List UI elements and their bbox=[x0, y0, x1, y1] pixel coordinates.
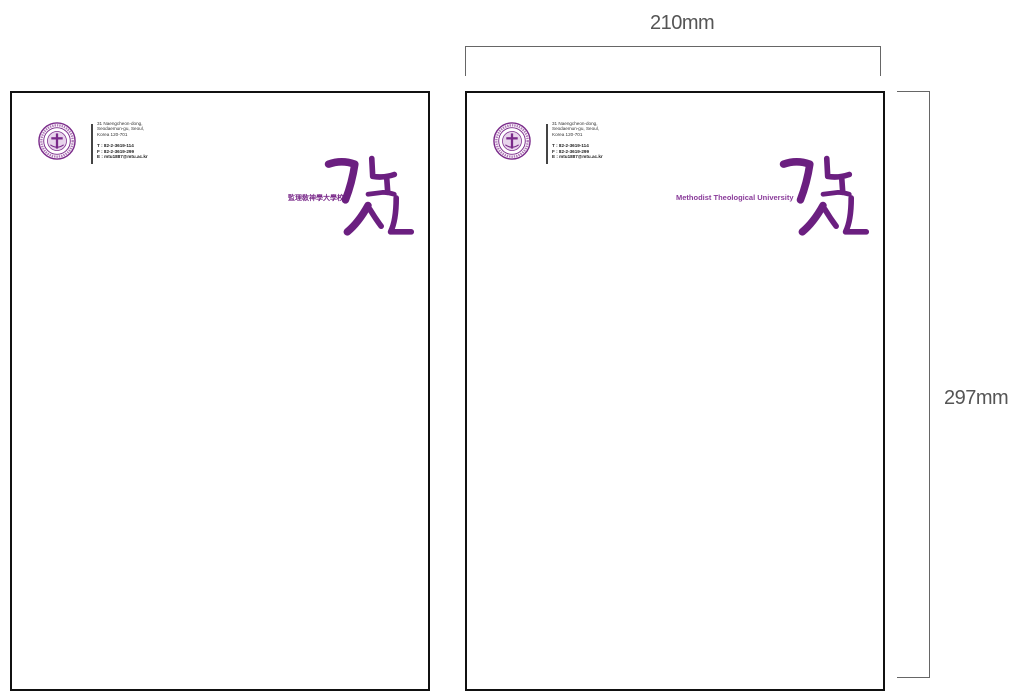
calligraphy-logo bbox=[779, 155, 870, 236]
width-dimension-bracket bbox=[465, 46, 881, 76]
height-dimension-bracket bbox=[897, 91, 930, 678]
university-seal-logo bbox=[38, 122, 76, 160]
header-divider bbox=[91, 124, 93, 164]
contact-block: T : 82-2-3619-114 F : 82-2-3619-299 E : … bbox=[552, 143, 603, 160]
width-dimension-label: 210mm bbox=[650, 12, 715, 34]
email-line: E : mtu1887@mtu.ac.kr bbox=[97, 154, 148, 160]
address-block: 31 Naengcheon-dong, Seodaemun-gu, Seoul,… bbox=[97, 121, 144, 137]
university-seal-logo bbox=[493, 122, 531, 160]
calligraphy-logo bbox=[324, 155, 415, 236]
height-dimension-label: 297mm bbox=[944, 387, 1009, 409]
address-line: Korea 120-701 bbox=[97, 131, 128, 137]
letterhead-sheet-hanja: 31 Naengcheon-dong, Seodaemun-gu, Seoul,… bbox=[10, 91, 430, 691]
address-block: 31 Naengcheon-dong, Seodaemun-gu, Seoul,… bbox=[552, 121, 599, 137]
header-divider bbox=[546, 124, 548, 164]
address-line: Korea 120-701 bbox=[552, 131, 583, 137]
email-line: E : mtu1887@mtu.ac.kr bbox=[552, 154, 603, 160]
letterhead-sheet-english: 31 Naengcheon-dong, Seodaemun-gu, Seoul,… bbox=[465, 91, 885, 691]
contact-block: T : 82-2-3619-114 F : 82-2-3619-299 E : … bbox=[97, 143, 148, 160]
